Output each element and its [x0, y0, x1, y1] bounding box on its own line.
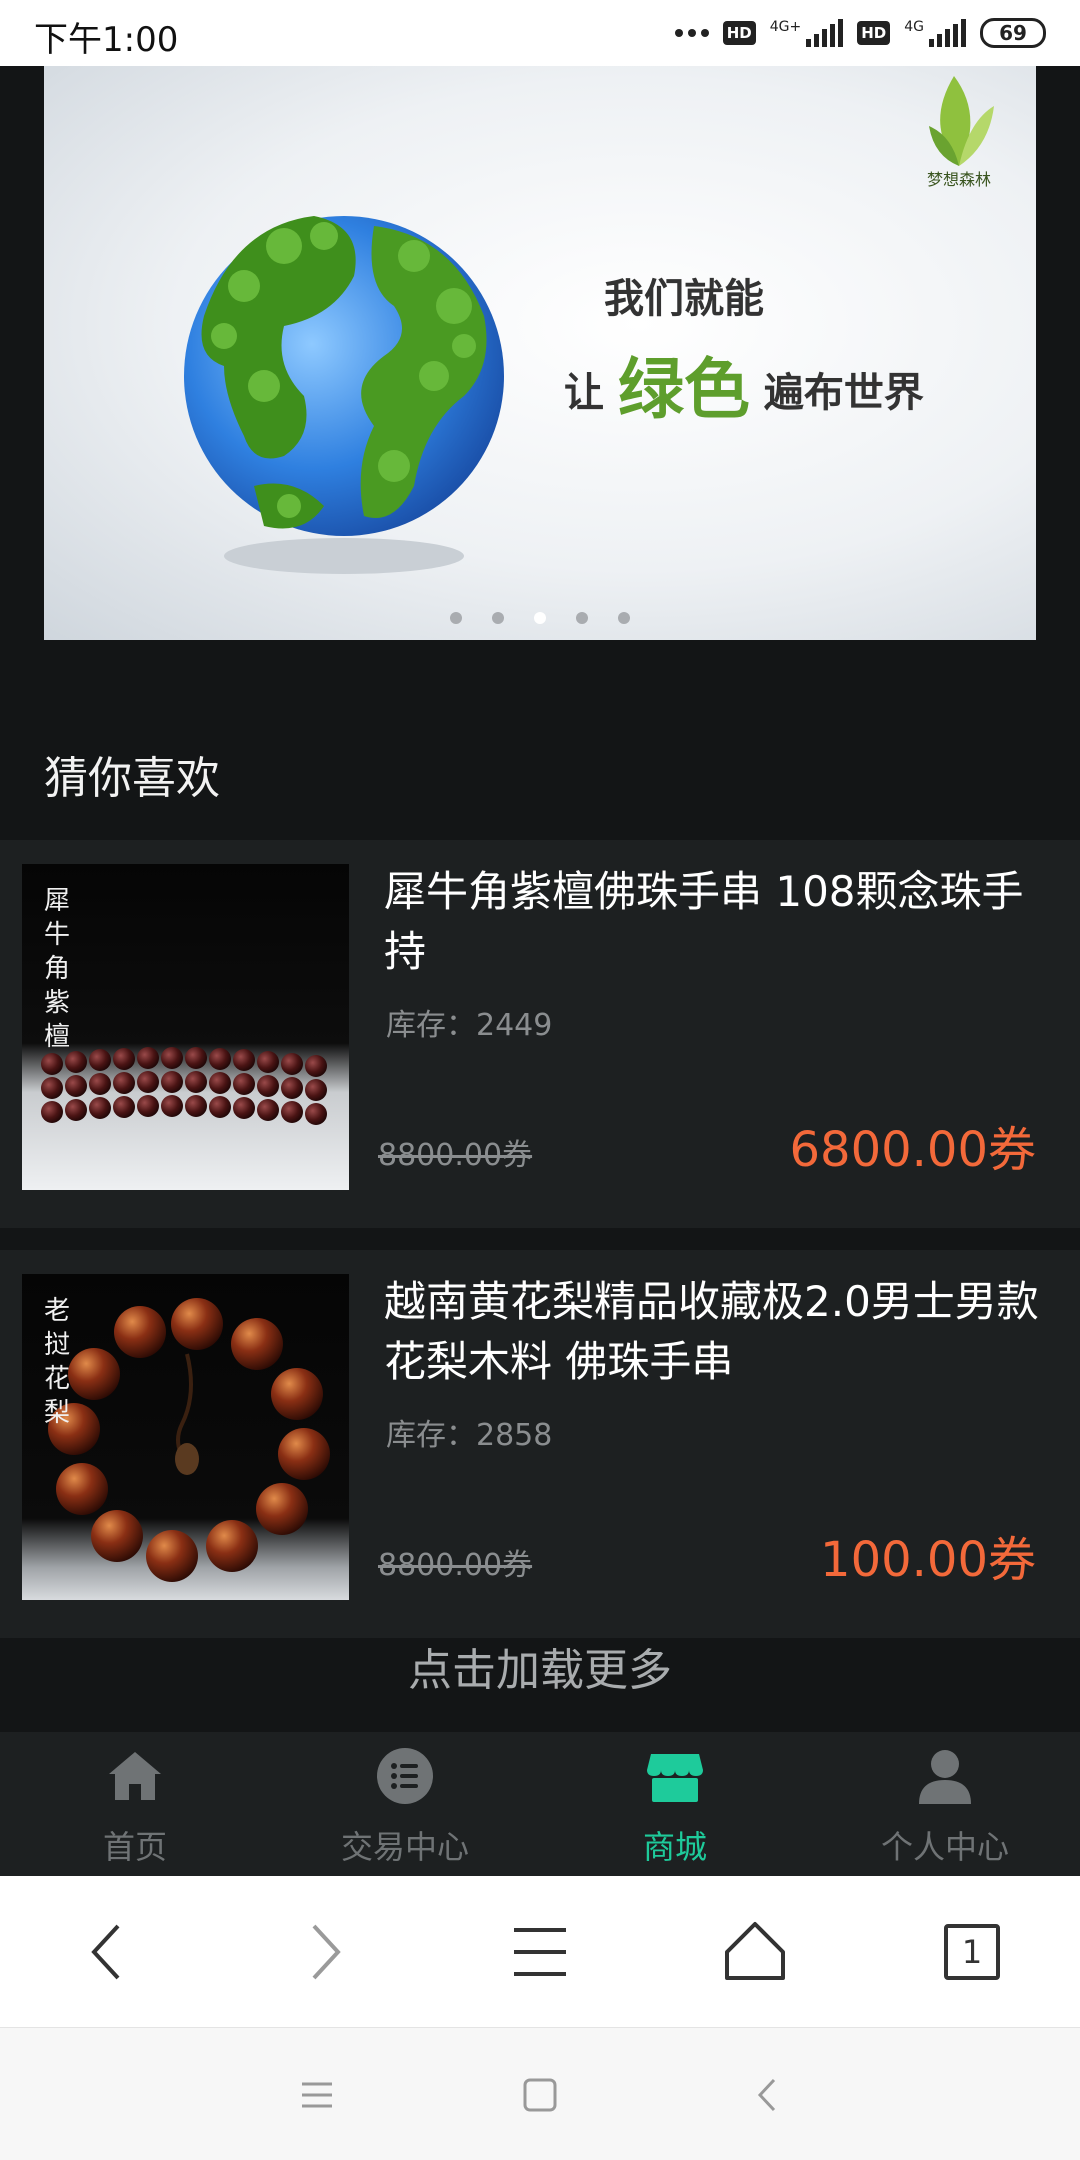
carousel-dot[interactable] — [450, 612, 462, 624]
logo-text: 梦想森林 — [926, 170, 991, 189]
section-title: 猜你喜欢 — [44, 753, 220, 804]
product-original-price: 8800.00券 — [378, 1138, 533, 1173]
slogan-highlight: 绿色 — [617, 351, 750, 428]
load-more-button[interactable]: 点击加载更多 — [0, 1636, 1080, 1722]
signal-icon: 4G — [904, 19, 966, 47]
product-original-price: 8800.00券 — [378, 1548, 533, 1583]
home-icon — [109, 1752, 161, 1800]
forward-icon[interactable] — [284, 1912, 364, 1992]
tabs-button[interactable]: 1 — [932, 1912, 1012, 1992]
user-icon — [919, 1750, 971, 1804]
carousel-dot[interactable] — [618, 612, 630, 624]
tab-label: 商城 — [642, 1828, 707, 1866]
back-icon[interactable] — [68, 1912, 148, 1992]
product-price: 100.00券 — [820, 1532, 1036, 1588]
carousel-dot[interactable] — [576, 612, 588, 624]
tab-store[interactable]: 商城 — [540, 1732, 810, 1876]
recent-apps-icon[interactable] — [292, 2070, 342, 2120]
tab-label: 个人中心 — [880, 1828, 1009, 1866]
banner-slide[interactable]: 梦想森林 我们就能 让 绿色 遍布世界 — [44, 66, 1036, 640]
product-image[interactable]: 犀牛角紫檀 — [22, 864, 349, 1190]
system-nav-bar — [0, 2028, 1080, 2160]
banner-carousel[interactable]: 梦想森林 我们就能 让 绿色 遍布世界 — [0, 66, 1080, 686]
product-image-caption: 犀牛角紫檀 — [44, 886, 71, 1052]
store-icon — [647, 1754, 703, 1802]
product-stock: 库存：2449 — [386, 1008, 553, 1043]
battery-icon: 69 — [980, 18, 1046, 48]
status-bar: 下午1:00 HD 4G+ HD 4G 69 — [0, 0, 1080, 66]
menu-icon[interactable] — [500, 1912, 580, 1992]
signal-icon: 4G+ — [770, 19, 844, 47]
product-price: 6800.00券 — [789, 1122, 1037, 1178]
green-globe-image — [184, 216, 504, 574]
system-home-icon[interactable] — [515, 2070, 565, 2120]
status-icons: HD 4G+ HD 4G 69 — [674, 14, 1046, 52]
bottom-tab-bar: 首页 交易中心 商城 个人中心 — [0, 1732, 1080, 1876]
tab-label: 交易中心 — [340, 1828, 469, 1866]
system-back-icon[interactable] — [742, 2070, 792, 2120]
banner-slogan-line1: 我们就能 — [604, 276, 764, 322]
status-time: 下午1:00 — [34, 20, 179, 60]
product-card[interactable]: 老挝花梨 越南黄花梨精品收藏极2.0男士男款花梨木料 佛珠手串 库存：2858 … — [0, 1250, 1080, 1638]
more-notifications-icon — [674, 29, 709, 37]
carousel-dot-active[interactable] — [534, 612, 546, 624]
hd-badge: HD — [722, 21, 756, 45]
banner-slogan-line2: 让 绿色 遍布世界 — [564, 351, 924, 428]
product-image[interactable]: 老挝花梨 — [22, 1274, 349, 1600]
hd-badge: HD — [857, 21, 891, 45]
product-stock: 库存：2858 — [386, 1418, 553, 1453]
tab-personal-center[interactable]: 个人中心 — [810, 1732, 1080, 1876]
tab-label: 首页 — [102, 1828, 167, 1866]
carousel-dot[interactable] — [492, 612, 504, 624]
tab-home[interactable]: 首页 — [0, 1732, 270, 1876]
product-name[interactable]: 犀牛角紫檀佛珠手串 108颗念珠手持 — [384, 862, 1054, 982]
product-card[interactable]: 犀牛角紫檀 犀牛角紫檀佛珠手串 108颗念珠手持 库存：2449 8800.00… — [0, 840, 1080, 1228]
product-image-caption: 老挝花梨 — [44, 1296, 71, 1428]
home-page-icon[interactable] — [715, 1912, 795, 1992]
product-name[interactable]: 越南黄花梨精品收藏极2.0男士男款花梨木料 佛珠手串 — [384, 1272, 1054, 1392]
carousel-indicator — [44, 612, 1036, 624]
tab-count: 1 — [944, 1924, 1000, 1980]
tab-trading-center[interactable]: 交易中心 — [270, 1732, 540, 1876]
list-icon — [377, 1748, 433, 1804]
browser-nav-bar: 1 — [0, 1876, 1080, 2028]
